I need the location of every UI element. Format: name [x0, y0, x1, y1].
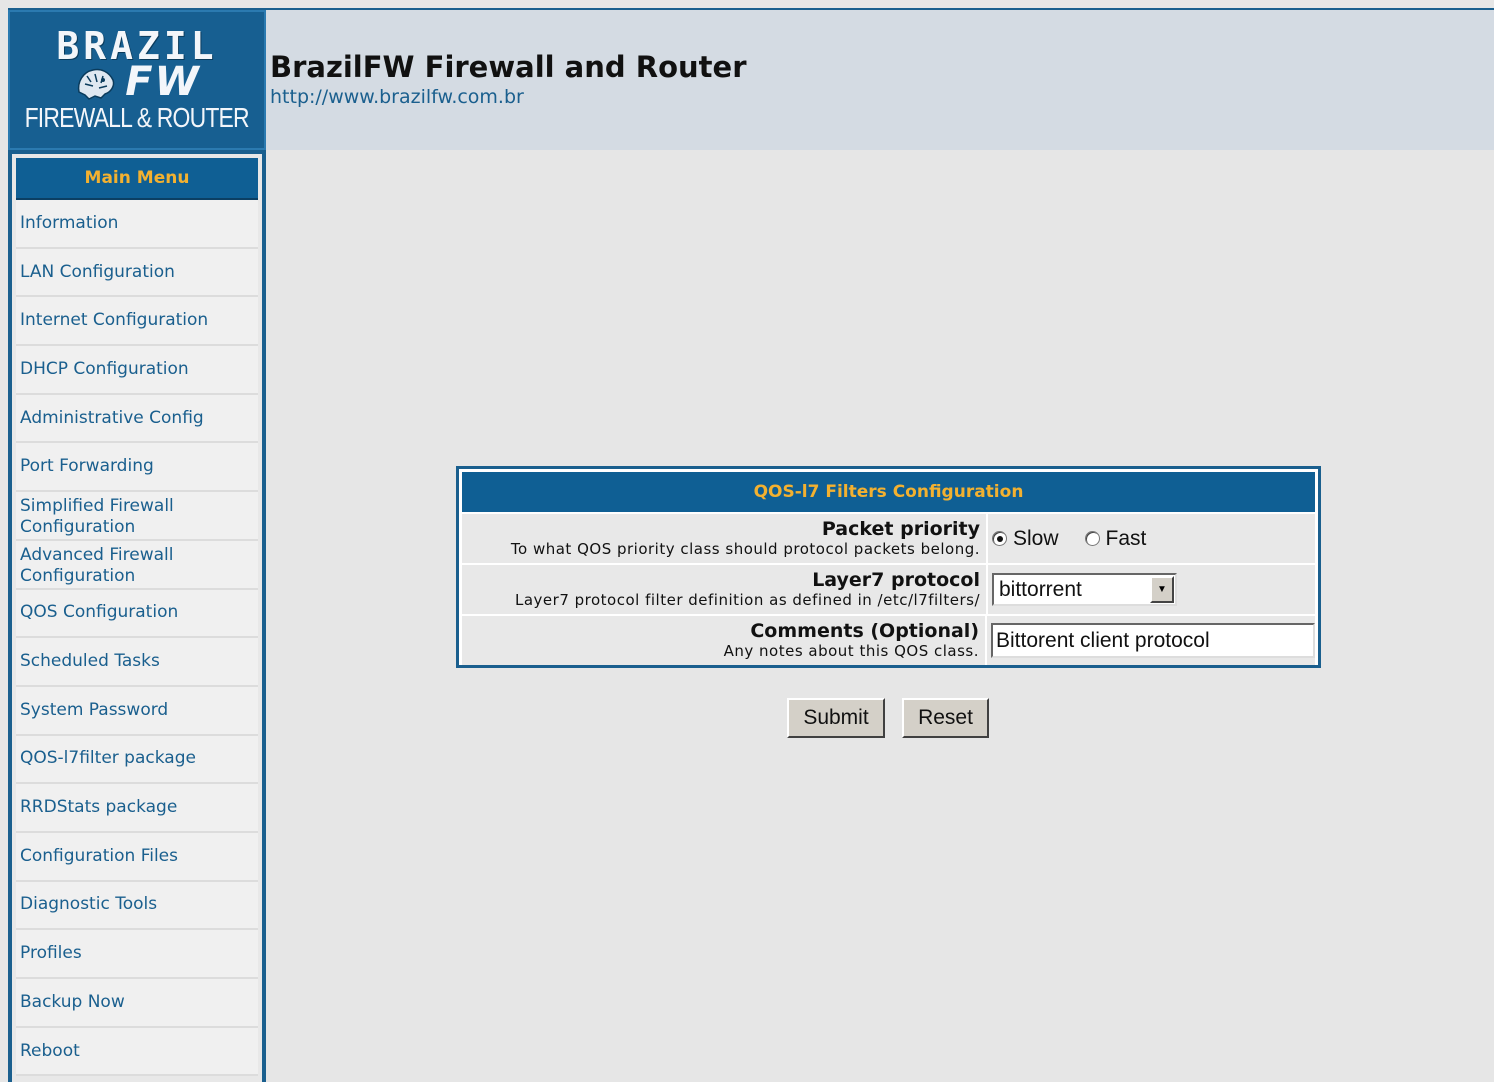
reset-button[interactable]: Reset — [902, 698, 989, 738]
sidebar-item-advanced-firewall[interactable]: Advanced Firewall Configuration — [16, 540, 258, 590]
layer7-protocol-value: bittorrent — [999, 577, 1082, 601]
priority-radio-group: Slow Fast — [992, 527, 1146, 551]
sidebar-item-internet-configuration[interactable]: Internet Configuration — [16, 297, 258, 347]
qos-l7-filter-panel: QOS-l7 Filters Configuration Packet prio… — [456, 466, 1321, 668]
sidebar-item-system-password[interactable]: System Password — [16, 686, 258, 736]
priority-fast-label[interactable]: Fast — [1106, 527, 1147, 551]
priority-slow-label[interactable]: Slow — [1013, 527, 1059, 551]
brazilfw-logo: BRAZIL FW FIREWALL & ROUTER — [8, 10, 266, 150]
top-border — [0, 0, 1494, 8]
layer7-protocol-label: Layer7 protocol — [812, 569, 980, 591]
logo-fw-row: FW — [73, 62, 200, 102]
logo-subtitle: FIREWALL & ROUTER — [24, 102, 250, 133]
page-title: BrazilFW Firewall and Router — [270, 50, 747, 84]
sidebar-item-scheduled-tasks[interactable]: Scheduled Tasks — [16, 638, 258, 687]
packet-priority-row: Packet priority To what QOS priority cla… — [462, 514, 1315, 563]
sidebar-item-qos-l7filter-package[interactable]: QOS-l7filter package — [16, 735, 258, 785]
sidebar-item-information[interactable]: Information — [16, 200, 258, 249]
comments-label: Comments (Optional) — [750, 620, 979, 642]
panel-title: QOS-l7 Filters Configuration — [462, 472, 1315, 512]
sidebar-item-diagnostic-tools[interactable]: Diagnostic Tools — [16, 881, 258, 931]
comments-input[interactable] — [991, 623, 1315, 658]
website-link[interactable]: http://www.brazilfw.com.br — [270, 86, 524, 108]
sidebar-item-administrative-config[interactable]: Administrative Config — [16, 394, 258, 444]
sidebar-item-reboot[interactable]: Reboot — [16, 1027, 258, 1077]
sidebar-item-configuration-files[interactable]: Configuration Files — [16, 832, 258, 882]
sidebar-item-lan-configuration[interactable]: LAN Configuration — [16, 248, 258, 298]
lion-icon — [78, 68, 115, 100]
sidebar-item-dhcp-configuration[interactable]: DHCP Configuration — [16, 346, 258, 395]
packet-priority-label: Packet priority — [821, 518, 980, 540]
layer7-protocol-row: Layer7 protocol Layer7 protocol filter d… — [462, 565, 1315, 614]
sidebar-item-qos-configuration[interactable]: QOS Configuration — [16, 589, 258, 639]
logo-fw-text: FW — [125, 59, 201, 105]
sidebar-item-port-forwarding[interactable]: Port Forwarding — [16, 443, 258, 493]
sidebar-menu: Main Menu Information LAN Configuration … — [8, 150, 266, 1082]
priority-fast-radio[interactable] — [1084, 531, 1100, 546]
sidebar-item-simplified-firewall[interactable]: Simplified Firewall Configuration — [16, 492, 258, 541]
comments-row: Comments (Optional) Any notes about this… — [462, 616, 1315, 665]
submit-button[interactable]: Submit — [787, 698, 885, 738]
sidebar-item-profiles[interactable]: Profiles — [16, 930, 258, 979]
sidebar-item-rrdstats-package[interactable]: RRDStats package — [16, 784, 258, 833]
comments-description: Any notes about this QOS class. — [723, 642, 979, 660]
chevron-down-icon[interactable]: ▼ — [1150, 576, 1174, 603]
priority-slow-radio[interactable] — [992, 531, 1007, 546]
packet-priority-description: To what QOS priority class should protoc… — [510, 540, 980, 558]
layer7-protocol-select[interactable]: bittorrent ▼ — [992, 573, 1177, 606]
main-menu-title: Main Menu — [16, 158, 258, 200]
layer7-protocol-description: Layer7 protocol filter definition as def… — [515, 591, 980, 609]
sidebar-item-backup-now[interactable]: Backup Now — [16, 979, 258, 1028]
